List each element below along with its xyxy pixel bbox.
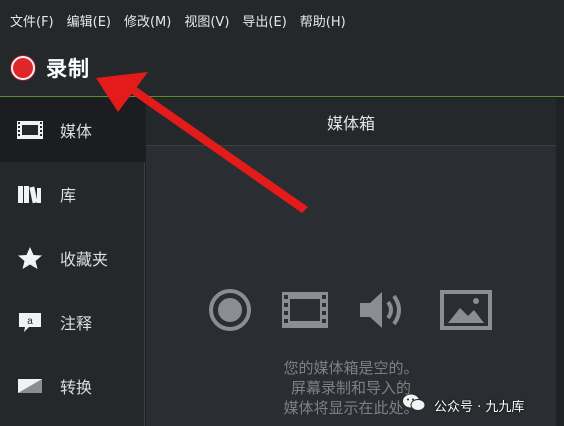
- menu-file[interactable]: 文件(F): [10, 11, 54, 30]
- media-bin-header: 媒体箱: [146, 98, 556, 146]
- sidebar-item-library[interactable]: 库: [0, 162, 145, 226]
- film-icon: [15, 118, 45, 142]
- image-icon: [440, 288, 492, 336]
- wechat-icon: [402, 393, 426, 417]
- record-icon: [11, 56, 35, 80]
- panel-edge: [556, 98, 564, 426]
- menu-bar: 文件(F) 编辑(E) 修改(M) 视图(V) 导出(E) 帮助(H): [0, 0, 564, 40]
- empty-state-icons: [208, 288, 508, 338]
- sidebar: 媒体 库 收藏夹 a 注释 转换: [0, 98, 145, 426]
- speaker-icon: [358, 288, 408, 336]
- media-bin-panel: 媒体箱 您的媒体箱是空的。 屏幕录制和导入的 媒体将显示在此处。: [146, 98, 556, 426]
- record-button[interactable]: 录制: [11, 53, 90, 83]
- library-books-icon: [15, 182, 45, 206]
- sidebar-item-annotations[interactable]: a 注释: [0, 290, 145, 354]
- sidebar-item-media[interactable]: 媒体: [0, 98, 145, 162]
- transition-icon: [15, 374, 45, 398]
- svg-text:a: a: [27, 316, 33, 327]
- menu-help[interactable]: 帮助(H): [300, 11, 346, 30]
- menu-export[interactable]: 导出(E): [242, 11, 286, 30]
- record-icon: [208, 288, 252, 336]
- watermark-text: 公众号 · 九九库: [434, 399, 525, 415]
- menu-view[interactable]: 视图(V): [184, 11, 229, 30]
- sidebar-item-label: 注释: [60, 314, 93, 333]
- record-toolbar: 录制: [0, 40, 564, 97]
- sidebar-item-label: 收藏夹: [60, 250, 109, 269]
- watermark: 公众号 · 九九库: [402, 390, 564, 420]
- record-label: 录制: [46, 57, 90, 81]
- menu-modify[interactable]: 修改(M): [124, 11, 171, 30]
- sidebar-item-favorites[interactable]: 收藏夹: [0, 226, 145, 290]
- sidebar-item-transitions[interactable]: 转换: [0, 354, 145, 418]
- star-icon: [15, 246, 45, 270]
- film-icon: [280, 288, 330, 336]
- annotation-icon: a: [15, 310, 45, 334]
- media-bin-title: 媒体箱: [326, 113, 375, 133]
- sidebar-item-label: 媒体: [60, 122, 93, 141]
- empty-message-line: 您的媒体箱是空的。: [283, 359, 419, 377]
- sidebar-item-label: 库: [60, 186, 77, 205]
- menu-edit[interactable]: 编辑(E): [67, 11, 111, 30]
- sidebar-item-label: 转换: [60, 378, 93, 397]
